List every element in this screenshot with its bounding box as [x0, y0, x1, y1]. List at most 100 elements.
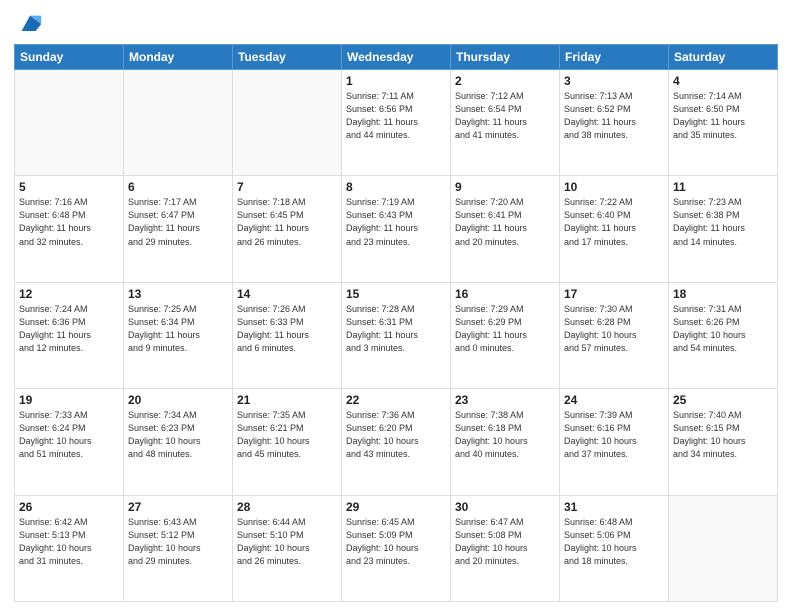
day-info: Sunrise: 7:14 AM Sunset: 6:50 PM Dayligh…: [673, 90, 773, 142]
day-info: Sunrise: 6:42 AM Sunset: 5:13 PM Dayligh…: [19, 516, 119, 568]
day-info: Sunrise: 7:36 AM Sunset: 6:20 PM Dayligh…: [346, 409, 446, 461]
calendar-cell: 5 Sunrise: 7:16 AM Sunset: 6:48 PM Daylig…: [15, 176, 124, 282]
calendar-week-row: 26 Sunrise: 6:42 AM Sunset: 5:13 PM Dayli…: [15, 495, 778, 601]
calendar-cell: 19 Sunrise: 7:33 AM Sunset: 6:24 PM Dayli…: [15, 389, 124, 495]
calendar-cell: 29Sunrise: 6:45 AM Sunset: 5:09 PM Dayli…: [342, 495, 451, 601]
day-info: Sunrise: 7:12 AM Sunset: 6:54 PM Dayligh…: [455, 90, 555, 142]
day-info: Sunrise: 7:26 AM Sunset: 6:33 PM Dayligh…: [237, 303, 337, 355]
calendar-cell: 25 Sunrise: 7:40 AM Sunset: 6:15 PM Dayli…: [669, 389, 778, 495]
weekday-header-tuesday: Tuesday: [233, 45, 342, 70]
day-info: Sunrise: 6:48 AM Sunset: 5:06 PM Dayligh…: [564, 516, 664, 568]
day-info: Sunrise: 7:38 AM Sunset: 6:18 PM Dayligh…: [455, 409, 555, 461]
calendar-cell: [124, 70, 233, 176]
calendar-cell: 28Sunrise: 6:44 AM Sunset: 5:10 PM Dayli…: [233, 495, 342, 601]
calendar-cell: 7Sunrise: 7:18 AM Sunset: 6:45 PM Daylig…: [233, 176, 342, 282]
calendar-cell: 9 Sunrise: 7:20 AM Sunset: 6:41 PM Daylig…: [451, 176, 560, 282]
day-info: Sunrise: 7:33 AM Sunset: 6:24 PM Dayligh…: [19, 409, 119, 461]
day-info: Sunrise: 7:19 AM Sunset: 6:43 PM Dayligh…: [346, 196, 446, 248]
day-info: Sunrise: 6:43 AM Sunset: 5:12 PM Dayligh…: [128, 516, 228, 568]
calendar-cell: 31 Sunrise: 6:48 AM Sunset: 5:06 PM Dayli…: [560, 495, 669, 601]
calendar-cell: 11 Sunrise: 7:23 AM Sunset: 6:38 PM Dayli…: [669, 176, 778, 282]
day-info: Sunrise: 6:45 AM Sunset: 5:09 PM Dayligh…: [346, 516, 446, 568]
day-number: 26: [19, 500, 119, 514]
day-number: 10: [564, 180, 664, 194]
calendar-cell: 4Sunrise: 7:14 AM Sunset: 6:50 PM Daylig…: [669, 70, 778, 176]
day-number: 9: [455, 180, 555, 194]
day-number: 19: [19, 393, 119, 407]
day-info: Sunrise: 7:20 AM Sunset: 6:41 PM Dayligh…: [455, 196, 555, 248]
day-info: Sunrise: 7:28 AM Sunset: 6:31 PM Dayligh…: [346, 303, 446, 355]
calendar-cell: 24 Sunrise: 7:39 AM Sunset: 6:16 PM Dayli…: [560, 389, 669, 495]
calendar-cell: 16 Sunrise: 7:29 AM Sunset: 6:29 PM Dayli…: [451, 282, 560, 388]
day-info: Sunrise: 7:16 AM Sunset: 6:48 PM Dayligh…: [19, 196, 119, 248]
day-info: Sunrise: 7:22 AM Sunset: 6:40 PM Dayligh…: [564, 196, 664, 248]
calendar-cell: 18 Sunrise: 7:31 AM Sunset: 6:26 PM Dayli…: [669, 282, 778, 388]
day-number: 24: [564, 393, 664, 407]
calendar-week-row: 5 Sunrise: 7:16 AM Sunset: 6:48 PM Daylig…: [15, 176, 778, 282]
day-number: 30: [455, 500, 555, 514]
calendar-cell: 23 Sunrise: 7:38 AM Sunset: 6:18 PM Dayli…: [451, 389, 560, 495]
page: SundayMondayTuesdayWednesdayThursdayFrid…: [0, 0, 792, 612]
day-number: 7: [237, 180, 337, 194]
day-number: 15: [346, 287, 446, 301]
calendar-cell: 1 Sunrise: 7:11 AM Sunset: 6:56 PM Daylig…: [342, 70, 451, 176]
calendar-week-row: 12 Sunrise: 7:24 AM Sunset: 6:36 PM Dayli…: [15, 282, 778, 388]
weekday-header-wednesday: Wednesday: [342, 45, 451, 70]
day-number: 18: [673, 287, 773, 301]
day-info: Sunrise: 6:47 AM Sunset: 5:08 PM Dayligh…: [455, 516, 555, 568]
day-number: 31: [564, 500, 664, 514]
calendar-cell: 14 Sunrise: 7:26 AM Sunset: 6:33 PM Dayli…: [233, 282, 342, 388]
calendar-cell: 27Sunrise: 6:43 AM Sunset: 5:12 PM Dayli…: [124, 495, 233, 601]
day-number: 6: [128, 180, 228, 194]
calendar-cell: [669, 495, 778, 601]
day-info: Sunrise: 7:29 AM Sunset: 6:29 PM Dayligh…: [455, 303, 555, 355]
calendar-week-row: 1 Sunrise: 7:11 AM Sunset: 6:56 PM Daylig…: [15, 70, 778, 176]
day-number: 16: [455, 287, 555, 301]
calendar-cell: 22Sunrise: 7:36 AM Sunset: 6:20 PM Dayli…: [342, 389, 451, 495]
calendar-table: SundayMondayTuesdayWednesdayThursdayFrid…: [14, 44, 778, 602]
day-number: 1: [346, 74, 446, 88]
weekday-header-friday: Friday: [560, 45, 669, 70]
day-info: Sunrise: 7:30 AM Sunset: 6:28 PM Dayligh…: [564, 303, 664, 355]
day-info: Sunrise: 7:35 AM Sunset: 6:21 PM Dayligh…: [237, 409, 337, 461]
day-number: 12: [19, 287, 119, 301]
weekday-header-sunday: Sunday: [15, 45, 124, 70]
calendar-week-row: 19 Sunrise: 7:33 AM Sunset: 6:24 PM Dayli…: [15, 389, 778, 495]
day-info: Sunrise: 7:40 AM Sunset: 6:15 PM Dayligh…: [673, 409, 773, 461]
weekday-header-saturday: Saturday: [669, 45, 778, 70]
day-info: Sunrise: 7:25 AM Sunset: 6:34 PM Dayligh…: [128, 303, 228, 355]
calendar-cell: 2 Sunrise: 7:12 AM Sunset: 6:54 PM Daylig…: [451, 70, 560, 176]
calendar-cell: 17Sunrise: 7:30 AM Sunset: 6:28 PM Dayli…: [560, 282, 669, 388]
day-number: 11: [673, 180, 773, 194]
calendar-cell: 12 Sunrise: 7:24 AM Sunset: 6:36 PM Dayli…: [15, 282, 124, 388]
calendar-cell: 8 Sunrise: 7:19 AM Sunset: 6:43 PM Daylig…: [342, 176, 451, 282]
day-number: 21: [237, 393, 337, 407]
day-info: Sunrise: 7:24 AM Sunset: 6:36 PM Dayligh…: [19, 303, 119, 355]
day-info: Sunrise: 7:11 AM Sunset: 6:56 PM Dayligh…: [346, 90, 446, 142]
logo-icon: [16, 10, 44, 38]
calendar-cell: 6Sunrise: 7:17 AM Sunset: 6:47 PM Daylig…: [124, 176, 233, 282]
day-info: Sunrise: 7:34 AM Sunset: 6:23 PM Dayligh…: [128, 409, 228, 461]
day-number: 20: [128, 393, 228, 407]
logo: [14, 14, 44, 38]
weekday-header-thursday: Thursday: [451, 45, 560, 70]
day-number: 23: [455, 393, 555, 407]
day-number: 2: [455, 74, 555, 88]
calendar-cell: 15 Sunrise: 7:28 AM Sunset: 6:31 PM Dayli…: [342, 282, 451, 388]
day-info: Sunrise: 7:31 AM Sunset: 6:26 PM Dayligh…: [673, 303, 773, 355]
calendar-cell: 10 Sunrise: 7:22 AM Sunset: 6:40 PM Dayli…: [560, 176, 669, 282]
calendar-cell: 30 Sunrise: 6:47 AM Sunset: 5:08 PM Dayli…: [451, 495, 560, 601]
day-info: Sunrise: 7:23 AM Sunset: 6:38 PM Dayligh…: [673, 196, 773, 248]
day-number: 5: [19, 180, 119, 194]
day-info: Sunrise: 7:13 AM Sunset: 6:52 PM Dayligh…: [564, 90, 664, 142]
weekday-header-row: SundayMondayTuesdayWednesdayThursdayFrid…: [15, 45, 778, 70]
day-info: Sunrise: 7:39 AM Sunset: 6:16 PM Dayligh…: [564, 409, 664, 461]
day-number: 14: [237, 287, 337, 301]
calendar-cell: 13Sunrise: 7:25 AM Sunset: 6:34 PM Dayli…: [124, 282, 233, 388]
calendar-cell: 26 Sunrise: 6:42 AM Sunset: 5:13 PM Dayli…: [15, 495, 124, 601]
day-number: 8: [346, 180, 446, 194]
day-number: 25: [673, 393, 773, 407]
day-number: 3: [564, 74, 664, 88]
calendar-cell: 3 Sunrise: 7:13 AM Sunset: 6:52 PM Daylig…: [560, 70, 669, 176]
day-number: 28: [237, 500, 337, 514]
